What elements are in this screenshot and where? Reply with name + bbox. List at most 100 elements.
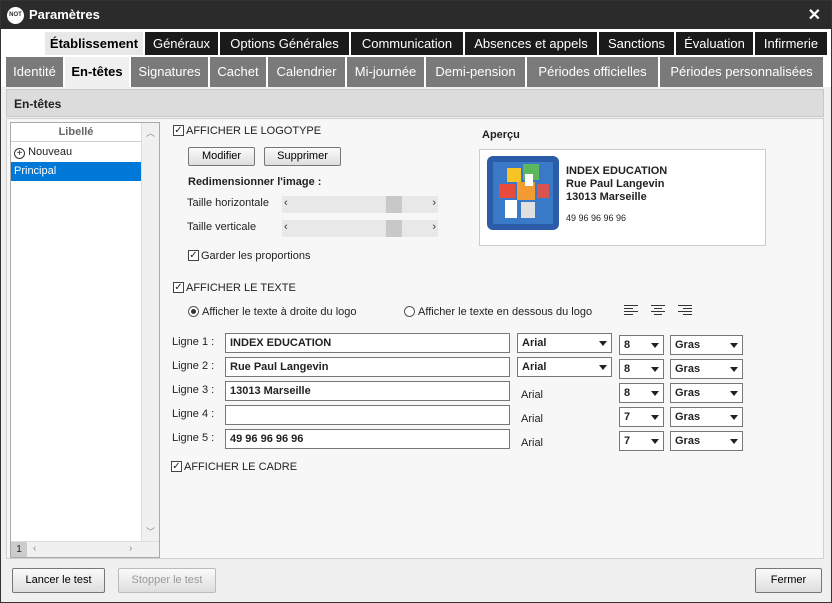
subtab-cachet[interactable]: Cachet — [210, 57, 266, 87]
line-2-size-select[interactable]: 8 — [619, 359, 664, 379]
subtab-calendrier[interactable]: Calendrier — [268, 57, 345, 87]
align-center-icon[interactable] — [651, 305, 665, 317]
text-right-label: Afficher le texte à droite du logo — [202, 306, 357, 318]
font-value: Arial — [522, 361, 547, 373]
line-5-style-select[interactable]: Gras — [670, 431, 743, 451]
chevron-down-icon — [599, 365, 607, 370]
horizontal-size-label: Taille horizontale — [187, 197, 269, 209]
tab-sanctions[interactable]: Sanctions — [599, 32, 674, 55]
modify-button[interactable]: Modifier — [188, 147, 255, 166]
align-right-icon[interactable] — [678, 305, 692, 317]
add-icon: + — [14, 148, 25, 159]
style-value: Gras — [675, 387, 701, 399]
line-3-input[interactable]: 13013 Marseille — [225, 381, 510, 401]
subtab-periodes-officielles[interactable]: Périodes officielles — [527, 57, 658, 87]
scroll-down-icon[interactable]: ﹀ — [146, 525, 155, 538]
subtab-identite[interactable]: Identité — [6, 57, 63, 87]
line-5-label: Ligne 5 : — [172, 432, 215, 444]
tab-communication[interactable]: Communication — [351, 32, 463, 55]
style-value: Gras — [675, 339, 701, 351]
line-1-input[interactable]: INDEX EDUCATION — [225, 333, 510, 353]
vertical-size-label: Taille verticale — [187, 221, 257, 233]
preview-line-3: 13013 Marseille — [566, 191, 647, 203]
style-value: Gras — [675, 363, 701, 375]
subtab-mi-journee[interactable]: Mi-journée — [347, 57, 424, 87]
list-header: Libellé — [11, 123, 141, 142]
page-number: 1 — [11, 542, 27, 557]
vertical-size-slider[interactable]: ‹ › — [282, 220, 438, 237]
settings-window: NOT Paramètres ✕ Établissement Généraux … — [0, 0, 832, 603]
align-left-icon[interactable] — [624, 305, 638, 317]
text-below-radio[interactable] — [404, 306, 415, 317]
chevron-down-icon — [730, 367, 738, 372]
horizontal-scrollbar[interactable]: 1 ‹ › — [11, 541, 159, 557]
line-2-label: Ligne 2 : — [172, 360, 215, 372]
tab-options-generales[interactable]: Options Générales — [220, 32, 349, 55]
preview-box: INDEX EDUCATION Rue Paul Langevin 13013 … — [479, 149, 766, 246]
index-education-logo — [487, 156, 559, 230]
line-3-label: Ligne 3 : — [172, 384, 215, 396]
keep-proportions-checkbox[interactable]: ✓ — [188, 250, 199, 261]
slider-left-icon[interactable]: ‹ — [284, 197, 288, 209]
list-item[interactable]: Principal — [11, 162, 141, 181]
show-frame-checkbox[interactable]: ✓ — [171, 461, 182, 472]
line-1-font-select[interactable]: Arial — [517, 333, 612, 353]
line-3-style-select[interactable]: Gras — [670, 383, 743, 403]
slider-left-icon[interactable]: ‹ — [284, 221, 288, 233]
subtab-en-tetes[interactable]: En-têtes — [65, 57, 129, 87]
run-test-button[interactable]: Lancer le test — [12, 568, 105, 593]
tab-infirmerie[interactable]: Infirmerie — [755, 32, 827, 55]
horizontal-size-slider[interactable]: ‹ › — [282, 196, 438, 213]
chevron-down-icon — [651, 343, 659, 348]
line-4-size-select[interactable]: 7 — [619, 407, 664, 427]
tab-generaux[interactable]: Généraux — [145, 32, 218, 55]
subtab-signatures[interactable]: Signatures — [131, 57, 208, 87]
line-2-style-select[interactable]: Gras — [670, 359, 743, 379]
new-item-button[interactable]: + Nouveau — [11, 143, 141, 162]
line-2-input[interactable]: Rue Paul Langevin — [225, 357, 510, 377]
font-value: Arial — [522, 337, 547, 349]
close-icon[interactable]: ✕ — [808, 5, 821, 25]
scroll-left-icon[interactable]: ‹ — [33, 543, 36, 554]
chevron-down-icon — [651, 367, 659, 372]
slider-thumb[interactable] — [386, 196, 402, 213]
slider-thumb[interactable] — [386, 220, 402, 237]
size-value: 8 — [624, 339, 631, 351]
subtab-periodes-personnalisees[interactable]: Périodes personnalisées — [660, 57, 823, 87]
line-5-size-select[interactable]: 7 — [619, 431, 664, 451]
close-button[interactable]: Fermer — [755, 568, 822, 593]
line-1-style-select[interactable]: Gras — [670, 335, 743, 355]
line-4-style-select[interactable]: Gras — [670, 407, 743, 427]
line-4-input[interactable] — [225, 405, 510, 425]
show-text-label: AFFICHER LE TEXTE — [186, 282, 296, 294]
chevron-down-icon — [730, 439, 738, 444]
line-1-size-select[interactable]: 8 — [619, 335, 664, 355]
tab-etablissement[interactable]: Établissement — [45, 32, 143, 55]
show-frame-label: AFFICHER LE CADRE — [184, 461, 298, 473]
sub-tabs: Identité En-têtes Signatures Cachet Cale… — [1, 55, 831, 87]
subtab-demi-pension[interactable]: Demi-pension — [426, 57, 525, 87]
show-logo-checkbox[interactable]: ✓ — [173, 125, 184, 136]
line-1-label: Ligne 1 : — [172, 336, 215, 348]
tab-absences-appels[interactable]: Absences et appels — [465, 32, 597, 55]
vertical-scrollbar[interactable]: ︿ ﹀ — [141, 123, 159, 541]
slider-right-icon[interactable]: › — [432, 221, 436, 233]
line-2-font-select[interactable]: Arial — [517, 357, 612, 377]
line-4-font-value: Arial — [521, 413, 544, 425]
delete-button[interactable]: Supprimer — [264, 147, 341, 166]
keep-proportions-label: Garder les proportions — [201, 250, 311, 262]
line-3-font-value: Arial — [521, 389, 544, 401]
stop-test-button[interactable]: Stopper le test — [118, 568, 216, 593]
line-5-input[interactable]: 49 96 96 96 96 — [225, 429, 510, 449]
scroll-up-icon[interactable]: ︿ — [146, 126, 155, 139]
style-value: Gras — [675, 435, 701, 447]
show-text-checkbox[interactable]: ✓ — [173, 282, 184, 293]
section-title: En-têtes — [14, 97, 62, 111]
scroll-right-icon[interactable]: › — [129, 543, 132, 554]
slider-right-icon[interactable]: › — [432, 197, 436, 209]
tab-evaluation[interactable]: Évaluation — [676, 32, 753, 55]
text-right-radio[interactable] — [188, 306, 199, 317]
line-3-size-select[interactable]: 8 — [619, 383, 664, 403]
app-logo-icon: NOT — [7, 7, 24, 24]
chevron-down-icon — [651, 415, 659, 420]
